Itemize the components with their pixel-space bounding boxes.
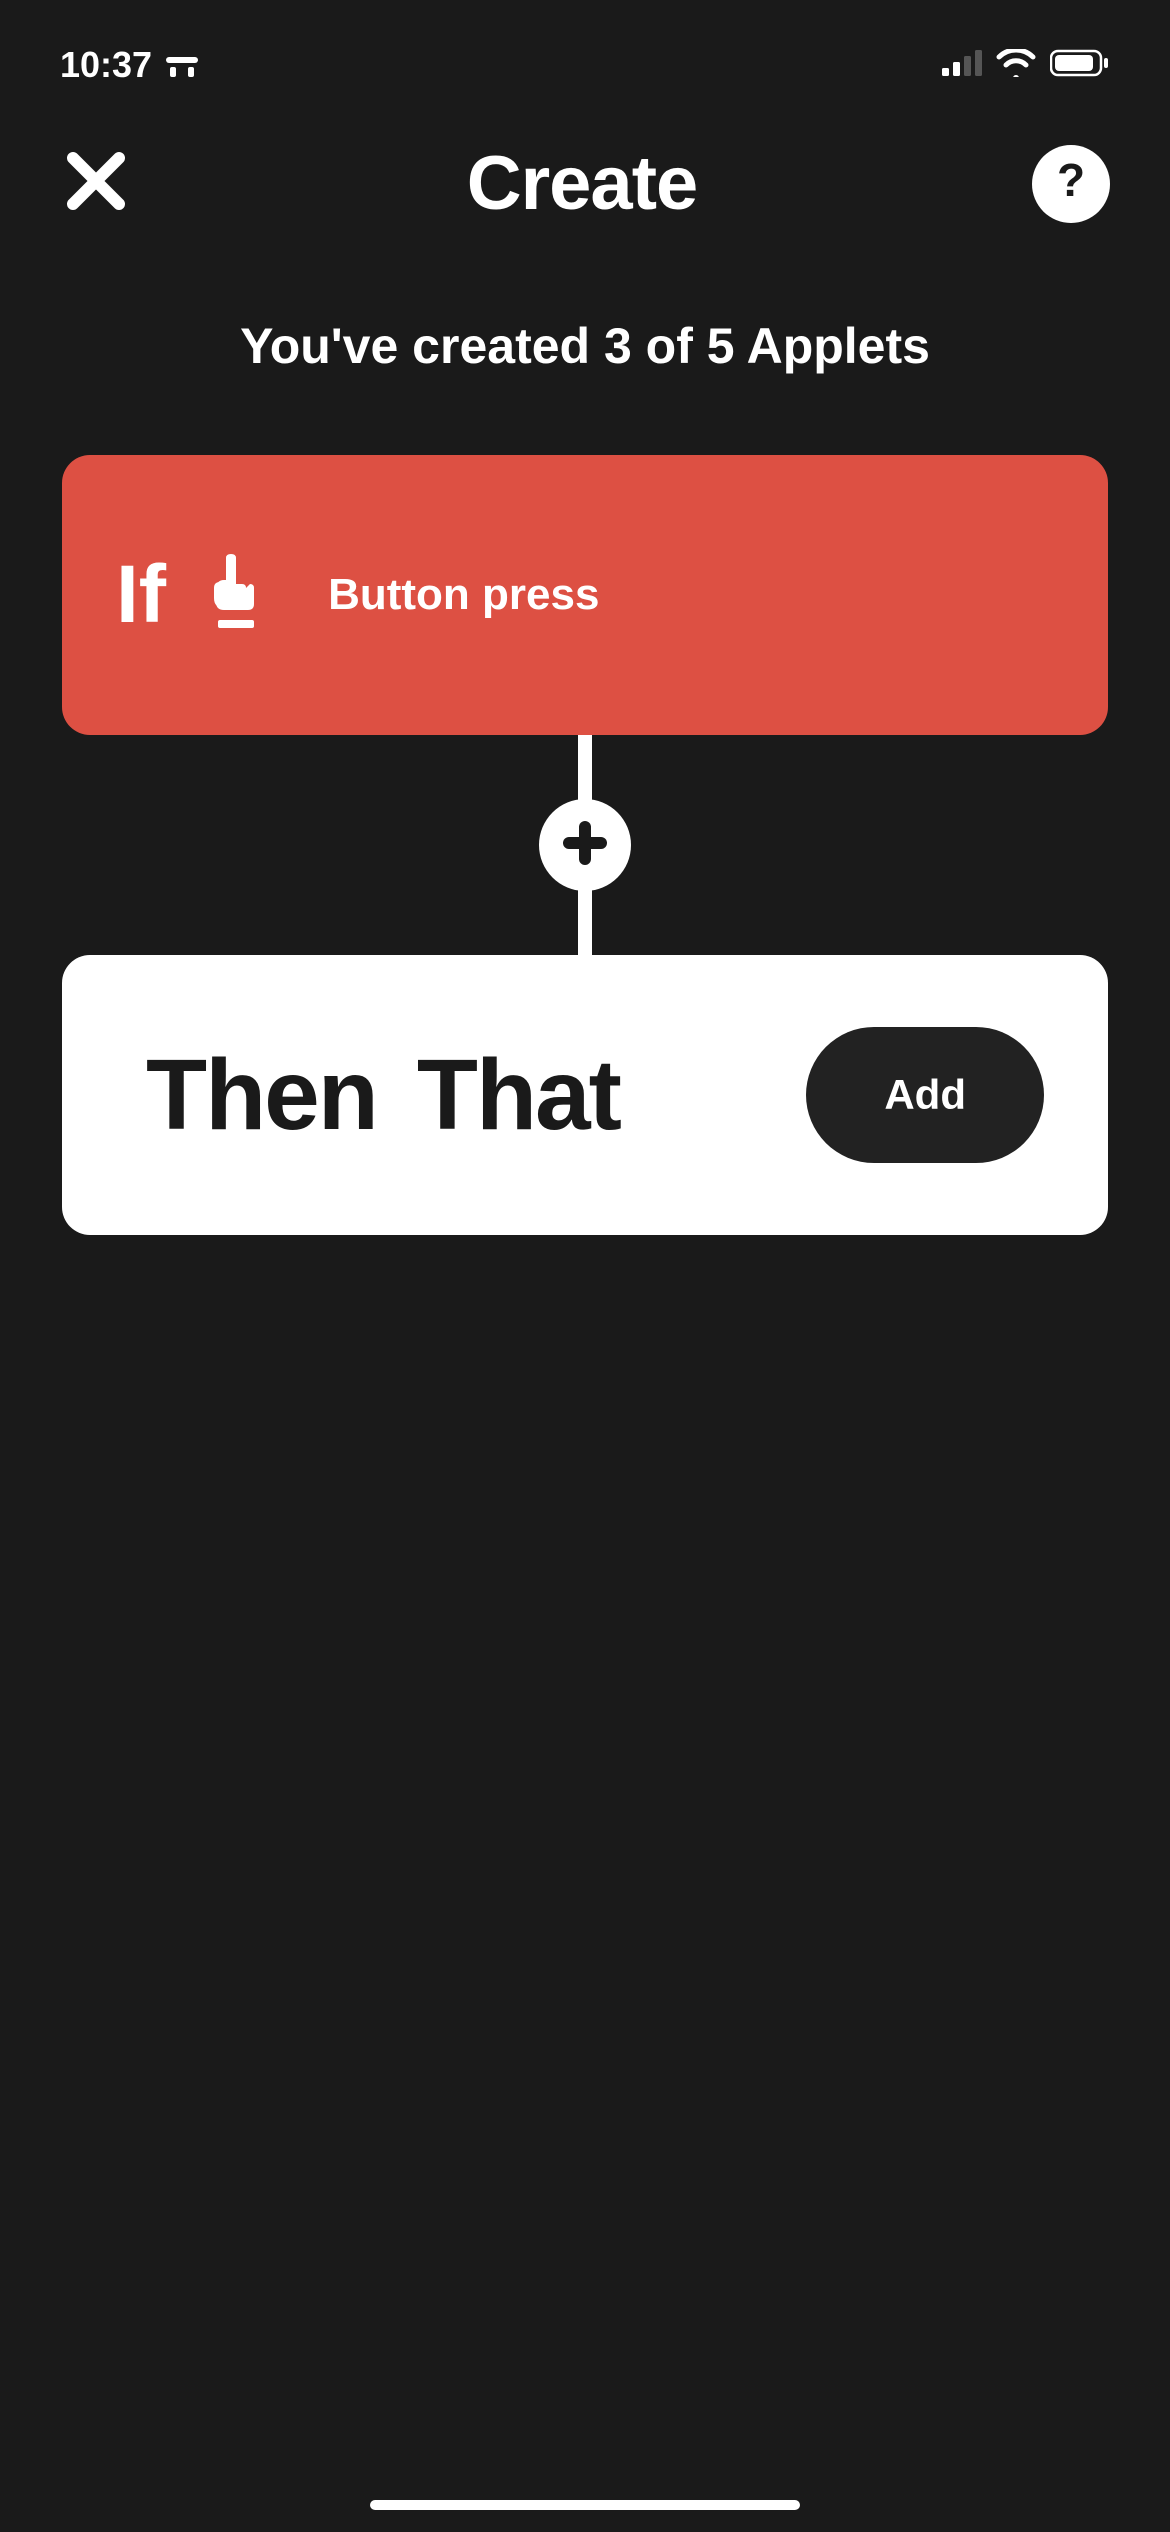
if-trigger-card[interactable]: If Button press <box>62 455 1108 735</box>
add-step-button[interactable] <box>539 799 631 891</box>
svg-text:?: ? <box>1057 156 1085 206</box>
status-left: 10:37 <box>60 44 200 86</box>
that-word: That <box>417 1038 620 1153</box>
add-action-button[interactable]: Add <box>806 1027 1044 1163</box>
wifi-icon <box>996 49 1036 82</box>
status-right <box>942 49 1110 82</box>
home-indicator[interactable] <box>370 2500 800 2510</box>
nav-bar: Create ? <box>0 110 1170 277</box>
trigger-name: Button press <box>328 570 599 620</box>
close-button[interactable] <box>60 148 132 220</box>
battery-icon <box>1050 49 1110 82</box>
cellular-icon <box>942 50 982 81</box>
button-press-icon <box>206 554 266 637</box>
flow-connector <box>62 735 1108 955</box>
help-icon: ? <box>1053 156 1089 211</box>
then-word: Then <box>146 1038 377 1153</box>
sleep-icon <box>164 44 200 86</box>
applet-count-text: You've created 3 of 5 Applets <box>0 277 1170 455</box>
page-title: Create <box>467 140 698 227</box>
status-bar: 10:37 <box>0 0 1170 110</box>
close-icon <box>65 150 127 217</box>
plus-icon <box>561 819 609 872</box>
then-action-card[interactable]: Then That Add <box>62 955 1108 1235</box>
help-button[interactable]: ? <box>1032 145 1110 223</box>
then-that-text: Then That <box>146 1038 620 1153</box>
status-time: 10:37 <box>60 44 152 86</box>
flow-container: If Button press Then That Add <box>0 455 1170 1235</box>
if-label: If <box>116 548 166 642</box>
